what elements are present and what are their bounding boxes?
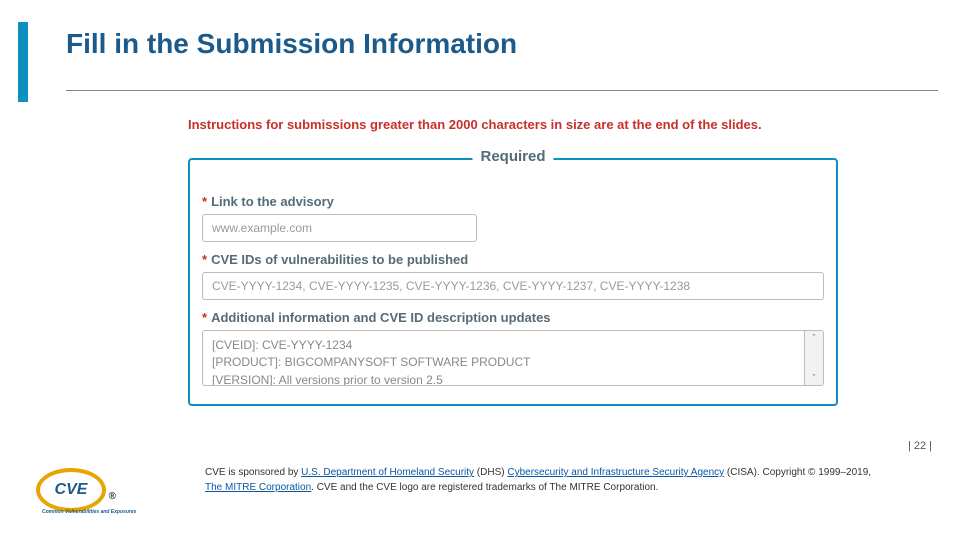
cve-logo: CVE ® Common Vulnerabilities and Exposur… [36, 462, 146, 517]
required-asterisk: * [202, 310, 207, 325]
registered-icon: ® [109, 491, 116, 502]
textarea-line: [VERSION]: All versions prior to version… [212, 372, 795, 386]
label-text: CVE IDs of vulnerabilities to be publish… [211, 252, 468, 267]
fieldset-legend: Required [472, 148, 553, 165]
page-title: Fill in the Submission Information [66, 28, 517, 60]
logo-subtitle: Common Vulnerabilities and Exposures [42, 509, 136, 515]
footer: CVE ® Common Vulnerabilities and Exposur… [0, 440, 960, 540]
additional-info-label: * Additional information and CVE ID descr… [202, 310, 824, 325]
footer-span: (CISA). Copyright © 1999–2019, [724, 467, 871, 478]
label-text: Link to the advisory [211, 194, 334, 209]
instructions-text: Instructions for submissions greater tha… [188, 117, 762, 132]
mitre-link[interactable]: The MITRE Corporation [205, 482, 311, 493]
divider [66, 90, 938, 91]
cisa-link[interactable]: Cybersecurity and Infrastructure Securit… [507, 467, 724, 478]
textarea-line: [PRODUCT]: BIGCOMPANYSOFT SOFTWARE PRODU… [212, 354, 795, 371]
scroll-up-icon[interactable]: ˆ [813, 333, 816, 343]
advisory-link-label: * Link to the advisory [202, 194, 824, 209]
dhs-link[interactable]: U.S. Department of Homeland Security [301, 467, 474, 478]
logo-oval: CVE ® Common Vulnerabilities and Exposur… [36, 468, 106, 512]
page-number: | 22 | [908, 440, 932, 452]
footer-span: . CVE and the CVE logo are registered tr… [311, 482, 658, 493]
additional-info-textarea[interactable]: [CVEID]: CVE-YYYY-1234 [PRODUCT]: BIGCOM… [202, 330, 824, 386]
textarea-line: [CVEID]: CVE-YYYY-1234 [212, 337, 795, 354]
accent-bar [18, 22, 28, 102]
footer-span: (DHS) [474, 467, 507, 478]
scrollbar[interactable]: ˆ ˇ [804, 330, 824, 386]
required-asterisk: * [202, 252, 207, 267]
required-asterisk: * [202, 194, 207, 209]
cve-ids-input[interactable]: CVE-YYYY-1234, CVE-YYYY-1235, CVE-YYYY-1… [202, 272, 824, 300]
logo-text: CVE [55, 481, 88, 499]
scroll-down-icon[interactable]: ˇ [813, 373, 816, 383]
required-fieldset: Required *Link to the advisory www.examp… [188, 158, 838, 406]
footer-span: CVE is sponsored by [205, 467, 301, 478]
textarea-content[interactable]: [CVEID]: CVE-YYYY-1234 [PRODUCT]: BIGCOM… [202, 330, 804, 386]
footer-text: CVE is sponsored by U.S. Department of H… [205, 466, 932, 495]
cve-ids-label: * CVE IDs of vulnerabilities to be publis… [202, 252, 824, 267]
advisory-link-input[interactable]: www.example.com [202, 214, 477, 242]
label-text: Additional information and CVE ID descri… [211, 310, 550, 325]
